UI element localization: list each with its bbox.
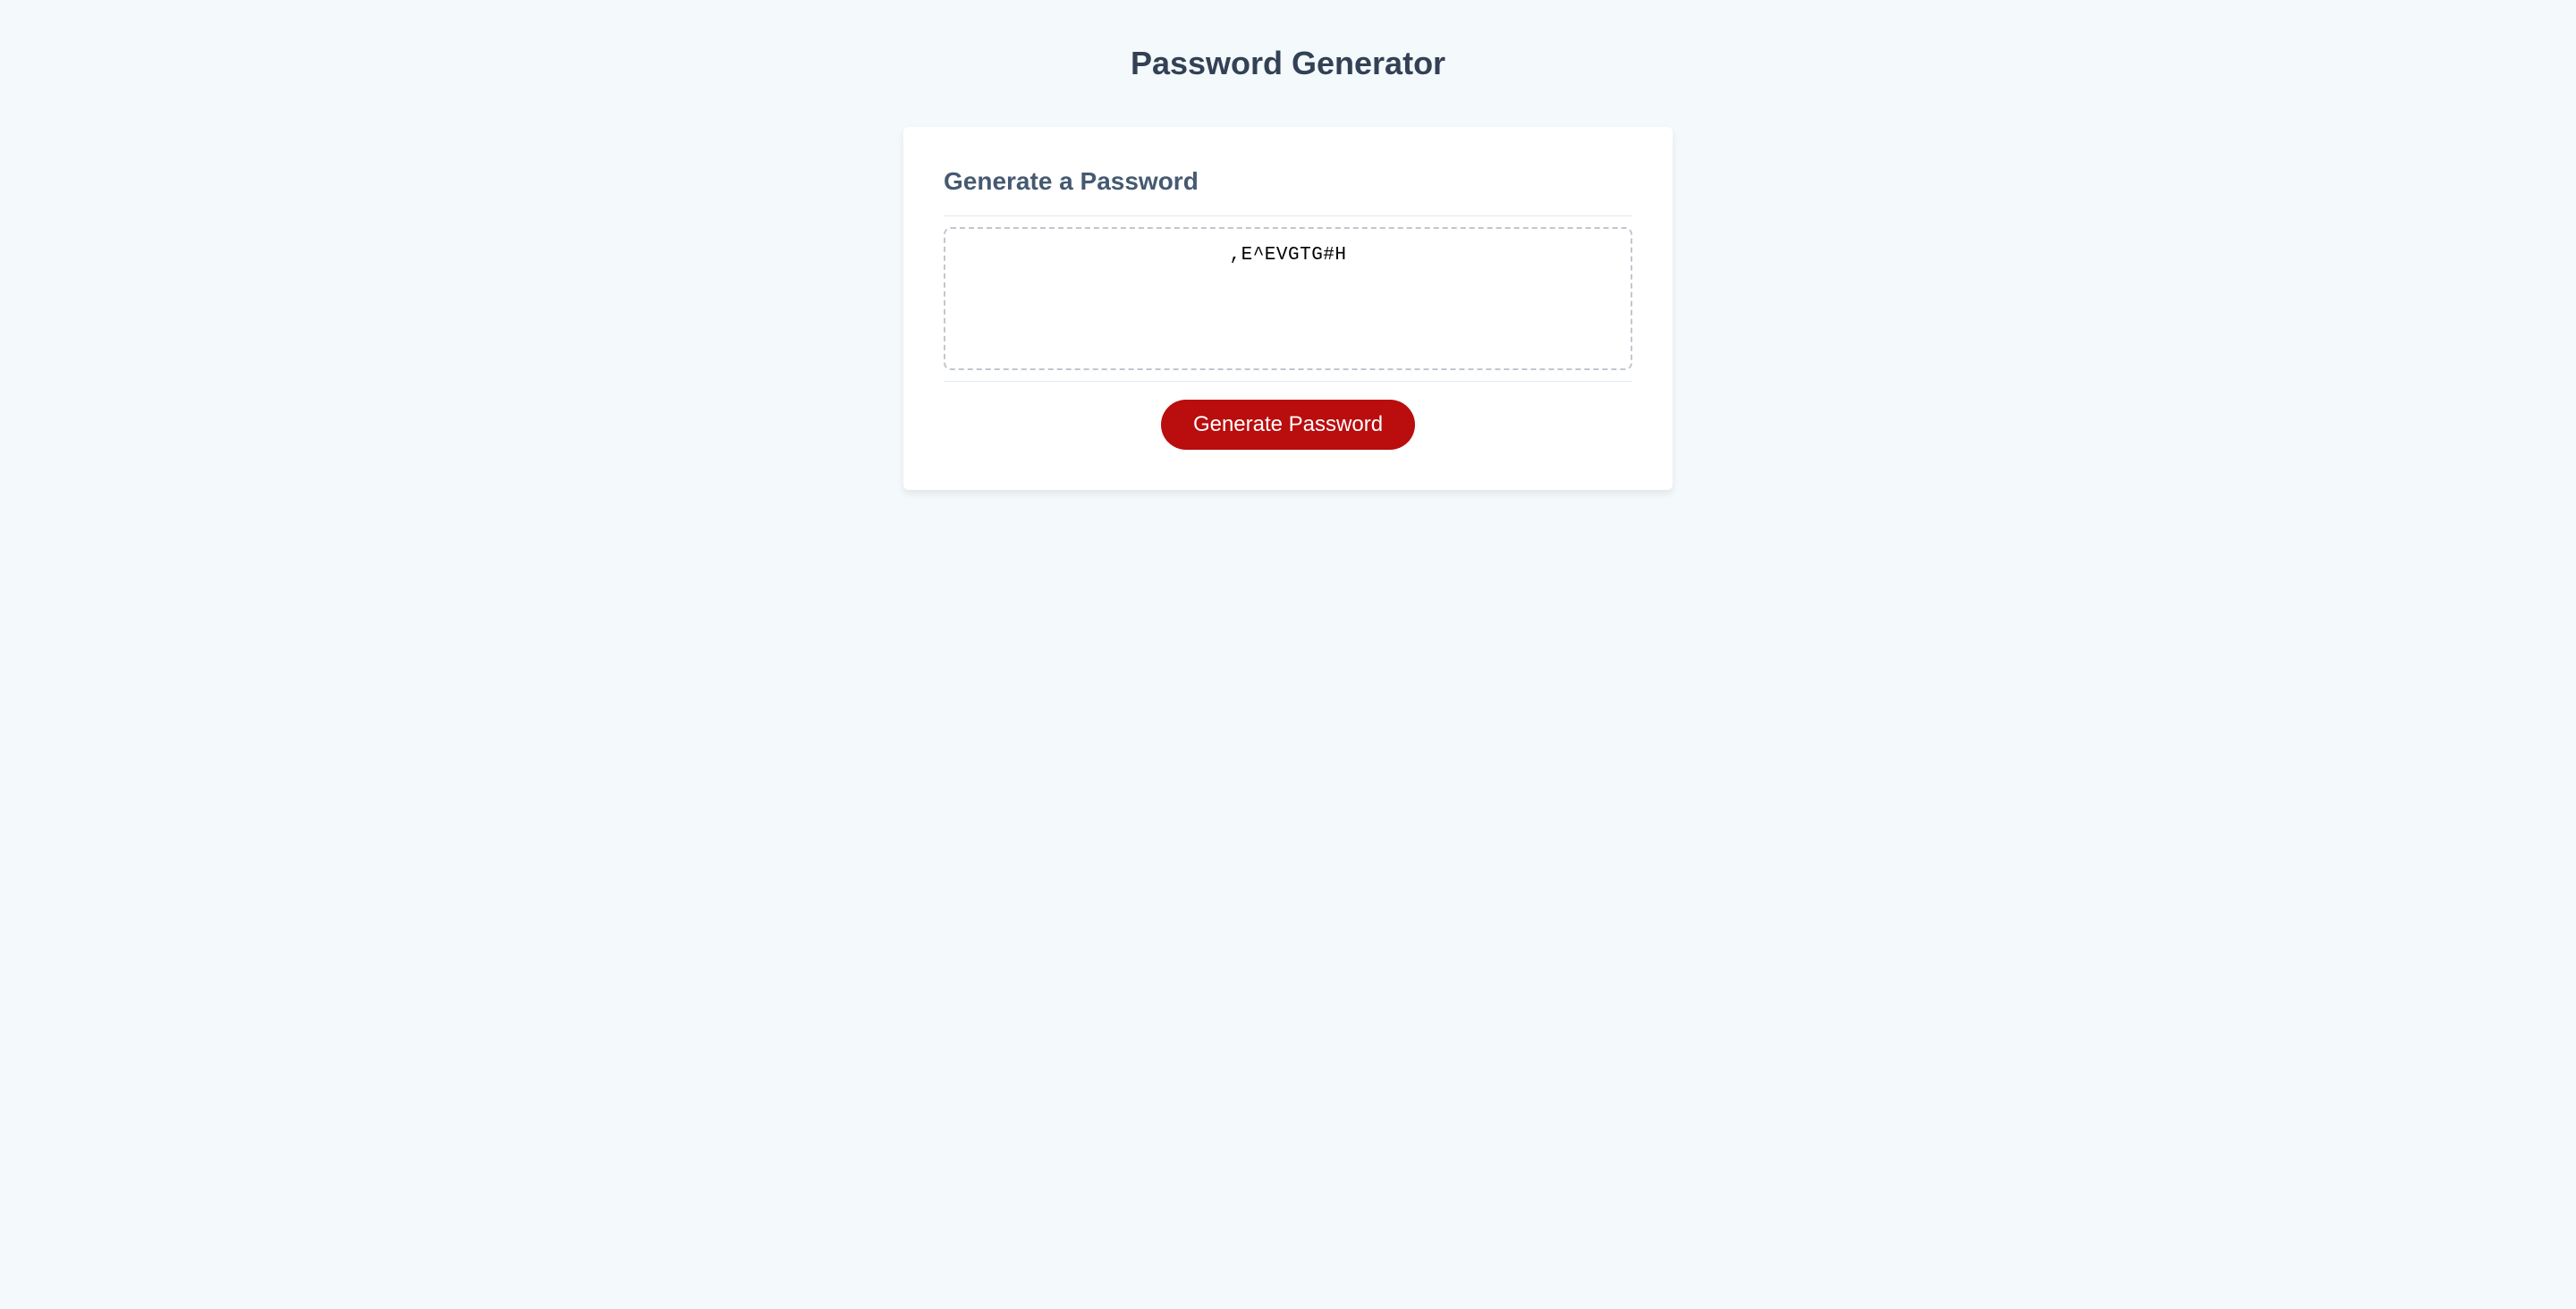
- generate-password-button[interactable]: Generate Password: [1161, 400, 1415, 450]
- button-row: Generate Password: [944, 400, 1632, 450]
- password-output-text: ,E^EVGTG#H: [1229, 245, 1346, 266]
- divider-bottom: [944, 381, 1632, 382]
- app-container: Password Generator Generate a Password ,…: [903, 45, 1673, 490]
- password-output-box: ,E^EVGTG#H: [944, 227, 1632, 370]
- card-title: Generate a Password: [944, 167, 1632, 196]
- page-title: Password Generator: [903, 45, 1673, 82]
- generator-card: Generate a Password ,E^EVGTG#H Generate …: [903, 127, 1673, 490]
- divider-top: [944, 215, 1632, 216]
